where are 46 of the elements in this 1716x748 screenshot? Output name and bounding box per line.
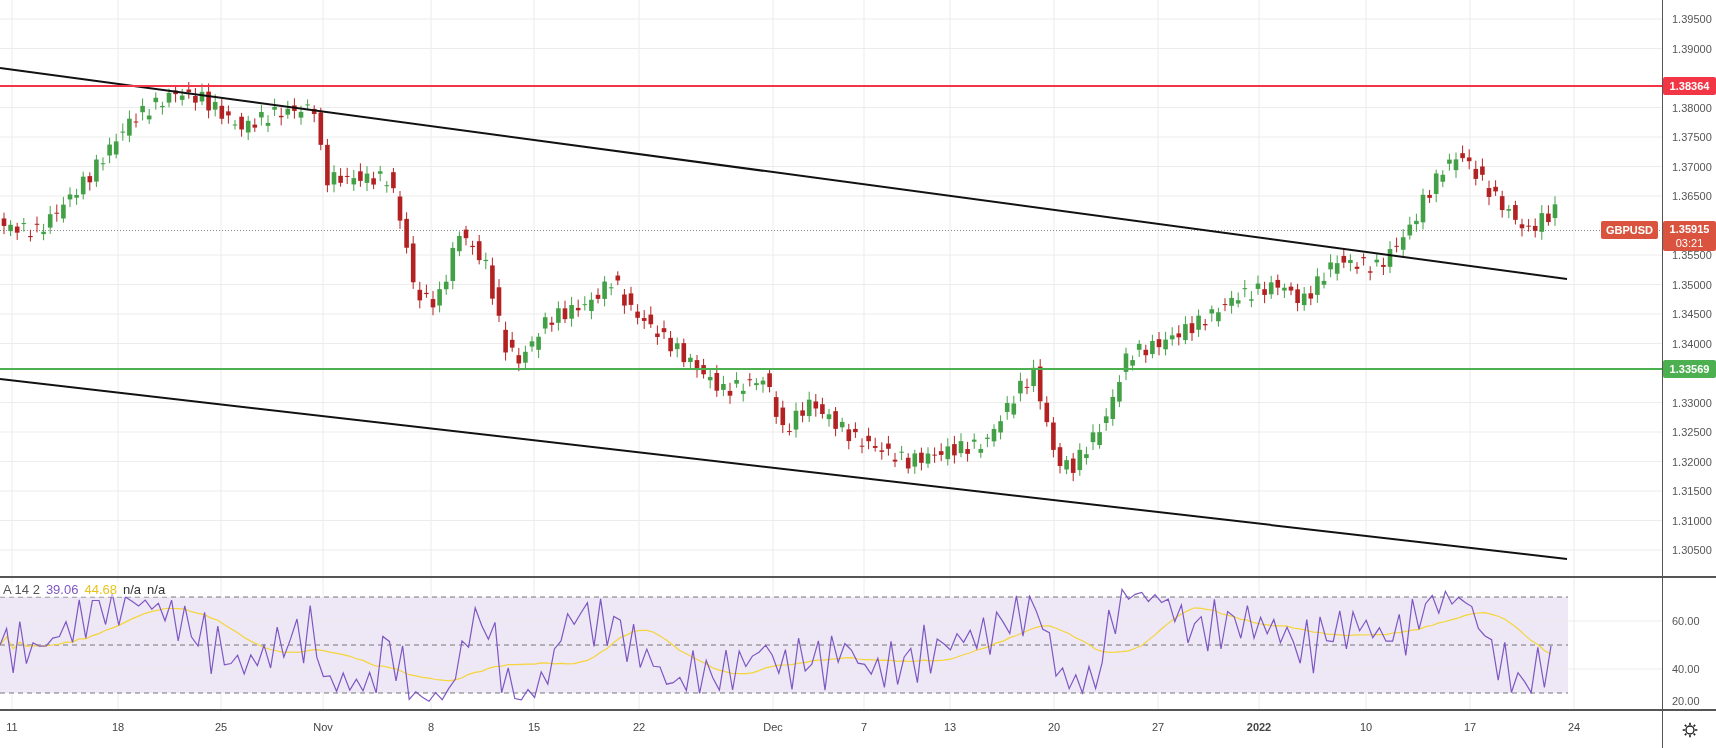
rsi-axis-label: 20.00 xyxy=(1672,694,1700,709)
price-label: 1.39500 xyxy=(1672,12,1712,27)
price-label: 1.32000 xyxy=(1672,454,1712,470)
price-label: 1.33000 xyxy=(1672,395,1712,411)
countdown-label: 03:21 xyxy=(1674,235,1705,250)
price-label: 1.34500 xyxy=(1672,307,1712,322)
date-label: 25 xyxy=(214,721,228,733)
date-label: 24 xyxy=(1567,721,1581,733)
indicator-value: n/a xyxy=(122,582,142,597)
symbol-badge: GBPUSD xyxy=(1600,220,1658,239)
price-level-badge: 1.38364 xyxy=(1663,77,1716,95)
rsi-average-value: 44.68 xyxy=(84,582,117,597)
price-label: 1.35000 xyxy=(1672,277,1712,293)
price-label: 1.34000 xyxy=(1672,336,1712,352)
date-label: 10 xyxy=(1359,721,1373,733)
date-label: 27 xyxy=(1151,721,1165,733)
date-label: Dec xyxy=(763,721,783,733)
price-label: 1.36500 xyxy=(1672,189,1712,204)
price-label: 1.32500 xyxy=(1672,425,1712,440)
price-label: 1.37500 xyxy=(1672,130,1712,145)
price-label: 1.35915 xyxy=(1668,221,1711,236)
price-label: 1.31500 xyxy=(1672,484,1712,499)
date-label: 15 xyxy=(527,721,541,733)
date-label: 22 xyxy=(632,721,646,733)
date-label: 18 xyxy=(111,721,125,733)
price-label: 1.31000 xyxy=(1672,513,1712,529)
date-label: 2022 xyxy=(1246,721,1272,733)
date-label: 20 xyxy=(1047,721,1061,733)
date-label: 17 xyxy=(1463,721,1477,733)
date-label: 11 xyxy=(6,721,18,733)
price-label: 1.30500 xyxy=(1672,543,1712,558)
date-label: 13 xyxy=(943,721,957,733)
price-level-badge: 1.33569 xyxy=(1663,359,1716,378)
price-label: 1.35500 xyxy=(1672,248,1712,263)
price-label: 1.37000 xyxy=(1672,159,1712,175)
rsi-axis-label: 40.00 xyxy=(1672,662,1700,677)
date-label: 8 xyxy=(427,721,435,733)
rsi-axis-label: 60.00 xyxy=(1672,614,1700,629)
rsi-value: 39.06 xyxy=(45,582,79,597)
date-label: 7 xyxy=(860,721,868,733)
indicator-value: n/a xyxy=(147,582,166,597)
price-label: 1.39000 xyxy=(1672,41,1712,57)
settings-icon[interactable] xyxy=(1681,721,1698,738)
indicator-name: A 14 2 xyxy=(3,582,40,597)
date-label: Nov xyxy=(313,721,333,733)
price-label: 1.38000 xyxy=(1672,100,1712,116)
